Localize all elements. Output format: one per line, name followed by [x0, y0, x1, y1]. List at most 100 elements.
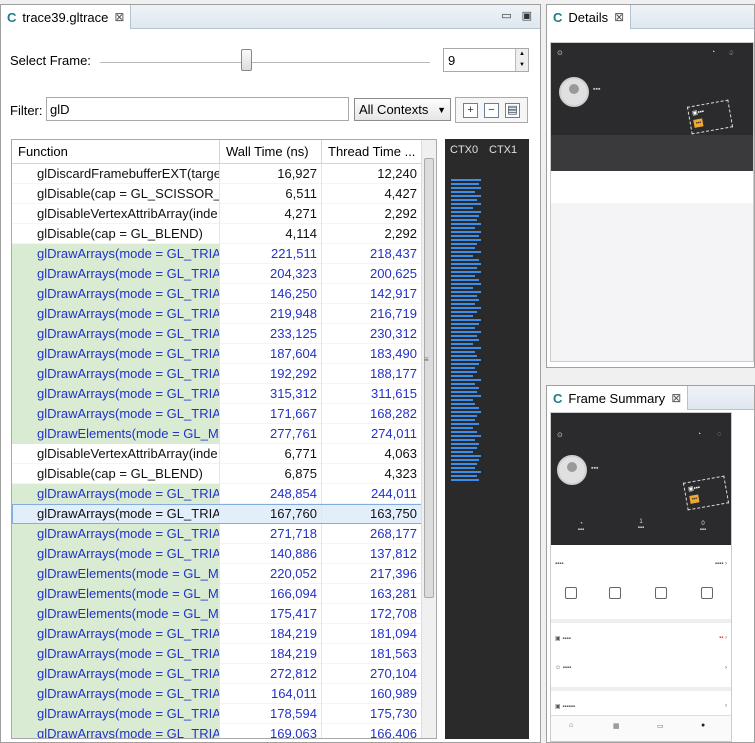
table-row[interactable]: glDrawArrays(mode = GL_TRIAI 178,594 175,7… — [12, 704, 422, 724]
table-row[interactable]: glDrawArrays(mode = GL_TRIAI 184,219 181,0… — [12, 624, 422, 644]
frame-slider-thumb[interactable] — [241, 49, 252, 71]
table-row[interactable]: glDrawArrays(mode = GL_TRIAI 192,292 188,1… — [12, 364, 422, 384]
content-area — [551, 203, 753, 361]
thread-time-cell: 216,719 — [322, 304, 422, 324]
scrollbar-thumb[interactable] — [424, 158, 434, 598]
divider — [551, 687, 731, 691]
column-wall-time[interactable]: Wall Time (ns) — [220, 140, 322, 164]
frame-number-input[interactable] — [444, 49, 516, 71]
minimize-icon[interactable]: ▭ — [501, 9, 511, 22]
timeline-call-mark — [451, 435, 481, 437]
timeline-call-mark — [451, 311, 477, 313]
thread-time-cell: 181,563 — [322, 644, 422, 664]
close-icon[interactable]: ⊠ — [114, 10, 124, 24]
frame-slider-track[interactable] — [100, 62, 430, 64]
close-icon[interactable]: ⊠ — [671, 391, 681, 405]
wall-time-cell: 171,667 — [220, 404, 322, 424]
timeline-call-mark — [451, 363, 479, 365]
timeline-call-mark — [451, 323, 479, 325]
context-select[interactable]: All Contexts ▼ — [354, 98, 451, 121]
table-row[interactable]: glDrawArrays(mode = GL_TRIAI 315,312 311,6… — [12, 384, 422, 404]
column-function[interactable]: Function — [12, 140, 220, 164]
table-row[interactable]: glDisable(cap = GL_BLEND) 4,114 2,292 — [12, 224, 422, 244]
table-row[interactable]: glDiscardFramebufferEXT(targe 16,927 12,24… — [12, 164, 422, 184]
nav-cart-icon: ▭ — [657, 723, 664, 730]
bell-icon: ♤ — [728, 50, 735, 57]
timeline-call-mark — [451, 327, 475, 329]
function-cell: glDrawArrays(mode = GL_TRIAI — [12, 524, 220, 544]
expand-all-icon[interactable]: + — [463, 102, 478, 118]
collapse-all-icon[interactable]: − — [484, 102, 499, 118]
function-cell: glDrawArrays(mode = GL_TRIAI — [12, 684, 220, 704]
table-row[interactable]: glDrawArrays(mode = GL_TRIAI 169,063 166,4… — [12, 724, 422, 738]
table-row[interactable]: glDrawArrays(mode = GL_TRIAI 271,718 268,1… — [12, 524, 422, 544]
vertical-scrollbar[interactable]: ≡ — [421, 140, 436, 738]
column-thread-time[interactable]: Thread Time ... — [322, 140, 422, 164]
function-cell: glDrawElements(mode = GL_MA — [12, 584, 220, 604]
table-row[interactable]: glDisableVertexAttribArray(inde 6,771 4,06… — [12, 444, 422, 464]
timeline-call-mark — [451, 307, 481, 309]
wall-time-cell: 187,604 — [220, 344, 322, 364]
timeline-call-mark — [451, 351, 475, 353]
order-icon-3 — [655, 587, 667, 599]
wall-time-cell: 166,094 — [220, 584, 322, 604]
table-row[interactable]: glDrawArrays(mode = GL_TRIAI 221,511 218,4… — [12, 244, 422, 264]
function-cell: glDrawElements(mode = GL_MA — [12, 424, 220, 444]
table-row[interactable]: glDrawArrays(mode = GL_TRIAI 187,604 183,4… — [12, 344, 422, 364]
tab-details[interactable]: C Details ⊠ — [547, 5, 632, 29]
function-cell: glDrawArrays(mode = GL_TRIAI — [12, 624, 220, 644]
function-cell: glDrawArrays(mode = GL_TRIAI — [12, 284, 220, 304]
table-row[interactable]: glDrawArrays(mode = GL_TRIAI 219,948 216,7… — [12, 304, 422, 324]
save-icon[interactable]: ▤ — [505, 102, 520, 118]
function-cell: glDrawArrays(mode = GL_TRIAI — [12, 544, 220, 564]
wall-time-cell: 233,125 — [220, 324, 322, 344]
table-row[interactable]: glDrawElements(mode = GL_MA 166,094 163,28… — [12, 584, 422, 604]
table-row[interactable]: glDisableVertexAttribArray(inde 4,271 2,29… — [12, 204, 422, 224]
summary-tab-title: Frame Summary — [568, 390, 666, 406]
tab-trace-file[interactable]: C trace39.gltrace ⊠ — [1, 5, 132, 29]
close-icon[interactable]: ⊠ — [614, 10, 624, 24]
timeline-call-mark — [451, 187, 481, 189]
filter-input[interactable] — [46, 97, 349, 121]
view-controls: ▭ ▣ — [501, 9, 532, 22]
timeline-call-mark — [451, 191, 475, 193]
divider — [551, 619, 731, 623]
table-row[interactable]: glDisable(cap = GL_BLEND) 6,875 4,323 — [12, 464, 422, 484]
table-row[interactable]: glDrawArrays(mode = GL_TRIAI 184,219 181,5… — [12, 644, 422, 664]
wall-time-cell: 4,114 — [220, 224, 322, 244]
thread-time-cell: 217,396 — [322, 564, 422, 584]
table-row[interactable]: glDrawArrays(mode = GL_TRIAI 233,125 230,3… — [12, 324, 422, 344]
table-row[interactable]: glDrawElements(mode = GL_MA 220,052 217,39… — [12, 564, 422, 584]
timeline-call-mark — [451, 183, 479, 185]
scan-icon: ⊙ — [557, 50, 563, 57]
timeline-call-mark — [451, 235, 479, 237]
wall-time-cell: 192,292 — [220, 364, 322, 384]
context-timeline[interactable]: CTX0 CTX1 — [445, 139, 529, 739]
tab-frame-summary[interactable]: C Frame Summary ⊠ — [547, 386, 689, 410]
spin-down-icon[interactable]: ▼ — [516, 60, 528, 71]
table-row[interactable]: glDrawArrays(mode = GL_TRIAI 146,250 142,9… — [12, 284, 422, 304]
timeline-call-mark — [451, 199, 477, 201]
table-row[interactable]: glDrawArrays(mode = GL_TRIAI 140,886 137,8… — [12, 544, 422, 564]
table-row[interactable]: glDisable(cap = GL_SCISSOR_TE 6,511 4,427 — [12, 184, 422, 204]
timeline-call-mark — [451, 339, 479, 341]
table-row[interactable]: glDrawArrays(mode = GL_TRIAI 171,667 168,2… — [12, 404, 422, 424]
timeline-call-mark — [451, 395, 481, 397]
table-row[interactable]: glDrawArrays(mode = GL_TRIAI 272,812 270,1… — [12, 664, 422, 684]
function-cell: glDiscardFramebufferEXT(targe — [12, 164, 220, 184]
timeline-call-mark — [451, 347, 481, 349]
table-row[interactable]: glDrawElements(mode = GL_MA 277,761 274,01… — [12, 424, 422, 444]
table-row-selected[interactable]: glDrawArrays(mode = GL_TRIAI 167,760 163,7… — [12, 504, 422, 524]
table-row[interactable]: glDrawArrays(mode = GL_TRIAI 164,011 160,9… — [12, 684, 422, 704]
maximize-icon[interactable]: ▣ — [522, 9, 532, 22]
table-row[interactable]: glDrawArrays(mode = GL_TRIAI 248,854 244,0… — [12, 484, 422, 504]
function-cell: glDisable(cap = GL_SCISSOR_TE — [12, 184, 220, 204]
function-cell: glDrawArrays(mode = GL_TRIAI — [12, 344, 220, 364]
spin-up-icon[interactable]: ▲ — [516, 49, 528, 60]
thumb-header-area: ⊙ ◔ ◌ ▪▪▪ ▣▪▪▪ ▪▪▪ ◔ ▪▪▪ 1 ▪▪▪ 0 ▪▪▪ — [551, 413, 731, 545]
table-row[interactable]: glDrawArrays(mode = GL_TRIAI 204,323 200,6… — [12, 264, 422, 284]
table-row[interactable]: glDrawElements(mode = GL_MA 175,417 172,70… — [12, 604, 422, 624]
function-cell: glDrawArrays(mode = GL_TRIAI — [12, 304, 220, 324]
frame-spinner: ▲ ▼ — [443, 48, 529, 72]
summary-icon: C — [553, 390, 563, 406]
